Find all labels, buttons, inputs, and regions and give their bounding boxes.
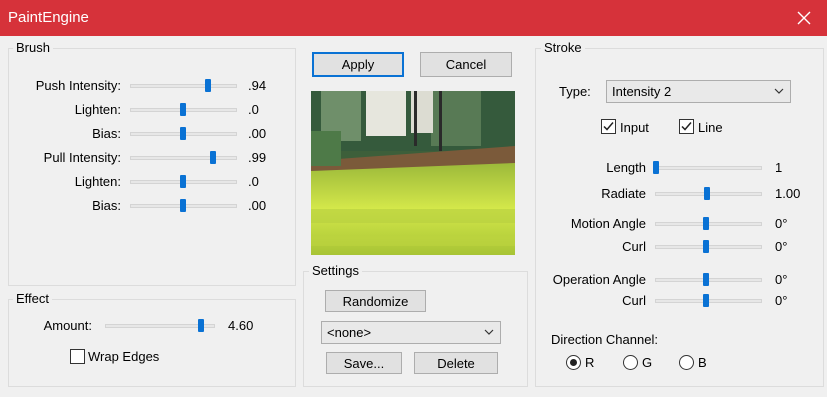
channel-b-radio[interactable] <box>679 355 694 370</box>
operation-curl-thumb[interactable] <box>703 294 709 307</box>
title-bar: PaintEngine <box>0 0 827 36</box>
push-intensity-value: .94 <box>248 78 267 93</box>
chevron-down-icon <box>774 84 784 99</box>
type-select[interactable]: Intensity 2 <box>606 80 791 103</box>
amount-value: 4.60 <box>228 318 254 333</box>
push-intensity-label: Push Intensity: <box>35 78 121 93</box>
lighten-push-thumb[interactable] <box>180 103 186 116</box>
length-value: 1 <box>775 160 783 175</box>
amount-label: Amount: <box>43 318 92 333</box>
channel-r-label: R <box>585 355 595 370</box>
operation-curl-value: 0° <box>775 293 788 308</box>
pull-intensity-thumb[interactable] <box>210 151 216 164</box>
line-label: Line <box>698 120 723 135</box>
lighten-pull-value: .0 <box>248 174 259 189</box>
apply-button-label: Apply <box>341 57 375 72</box>
channel-r-radio[interactable] <box>566 355 581 370</box>
bias-push-thumb[interactable] <box>180 127 186 140</box>
delete-button-label: Delete <box>437 355 475 371</box>
operation-angle-thumb[interactable] <box>703 273 709 286</box>
channel-b-label: B <box>698 355 707 370</box>
bias-push-label: Bias: <box>92 126 121 141</box>
apply-button[interactable]: Apply <box>312 52 404 77</box>
save-button[interactable]: Save... <box>326 352 402 374</box>
window-title: PaintEngine <box>8 9 89 26</box>
settings-group-label: Settings <box>309 264 362 278</box>
close-icon <box>797 11 811 25</box>
preset-select[interactable]: <none> <box>321 321 501 344</box>
radiate-thumb[interactable] <box>704 187 710 200</box>
lighten-pull-label: Lighten: <box>74 174 121 189</box>
amount-thumb[interactable] <box>198 319 204 332</box>
channel-g-radio[interactable] <box>623 355 638 370</box>
cancel-button-label: Cancel <box>445 57 487 72</box>
direction-channel-label: Direction Channel: <box>551 332 658 347</box>
line-checkbox[interactable] <box>679 119 694 134</box>
effect-group-label: Effect <box>13 292 53 306</box>
push-intensity-thumb[interactable] <box>205 79 211 92</box>
push-intensity-track[interactable] <box>130 84 237 88</box>
pull-intensity-value: .99 <box>248 150 267 165</box>
bias-pull-thumb[interactable] <box>180 199 186 212</box>
motion-curl-label: Curl <box>622 239 646 254</box>
randomize-button[interactable]: Randomize <box>325 290 426 312</box>
preset-select-value: <none> <box>327 325 372 340</box>
brush-group-label: Brush <box>13 41 53 55</box>
motion-curl-value: 0° <box>775 239 788 254</box>
operation-curl-label: Curl <box>622 293 646 308</box>
chevron-down-icon <box>484 325 494 340</box>
motion-angle-thumb[interactable] <box>703 217 709 230</box>
radiate-label: Radiate <box>601 186 646 201</box>
length-thumb[interactable] <box>653 161 659 174</box>
effect-group <box>8 299 296 387</box>
length-track[interactable] <box>655 166 762 170</box>
lighten-pull-thumb[interactable] <box>180 175 186 188</box>
channel-g-label: G <box>642 355 653 370</box>
checkmark-icon <box>603 122 614 131</box>
lighten-push-value: .0 <box>248 102 259 117</box>
close-button[interactable] <box>781 0 827 36</box>
input-label: Input <box>620 120 649 135</box>
pull-intensity-label: Pull Intensity: <box>43 150 121 165</box>
motion-angle-value: 0° <box>775 216 788 231</box>
length-label: Length <box>606 160 646 175</box>
preview-image <box>311 91 515 255</box>
operation-angle-label: Operation Angle <box>552 272 646 287</box>
type-select-value: Intensity 2 <box>612 84 672 99</box>
wrap-edges-checkbox[interactable] <box>70 349 85 364</box>
radiate-value: 1.00 <box>775 186 801 201</box>
delete-button[interactable]: Delete <box>414 352 498 374</box>
save-button-label: Save... <box>343 355 385 371</box>
randomize-button-label: Randomize <box>342 293 409 309</box>
bias-pull-value: .00 <box>248 198 267 213</box>
motion-curl-thumb[interactable] <box>703 240 709 253</box>
input-checkbox[interactable] <box>601 119 616 134</box>
motion-angle-label: Motion Angle <box>570 216 646 231</box>
bias-pull-label: Bias: <box>92 198 121 213</box>
type-label: Type: <box>559 84 591 99</box>
stroke-group-label: Stroke <box>541 41 585 55</box>
lighten-push-label: Lighten: <box>74 102 121 117</box>
bias-push-value: .00 <box>248 126 267 141</box>
wrap-edges-label: Wrap Edges <box>88 349 160 364</box>
checkmark-icon <box>681 122 692 131</box>
pull-intensity-track[interactable] <box>130 156 237 160</box>
radio-selected-dot <box>570 359 577 366</box>
cancel-button[interactable]: Cancel <box>420 52 512 77</box>
operation-angle-value: 0° <box>775 272 788 287</box>
